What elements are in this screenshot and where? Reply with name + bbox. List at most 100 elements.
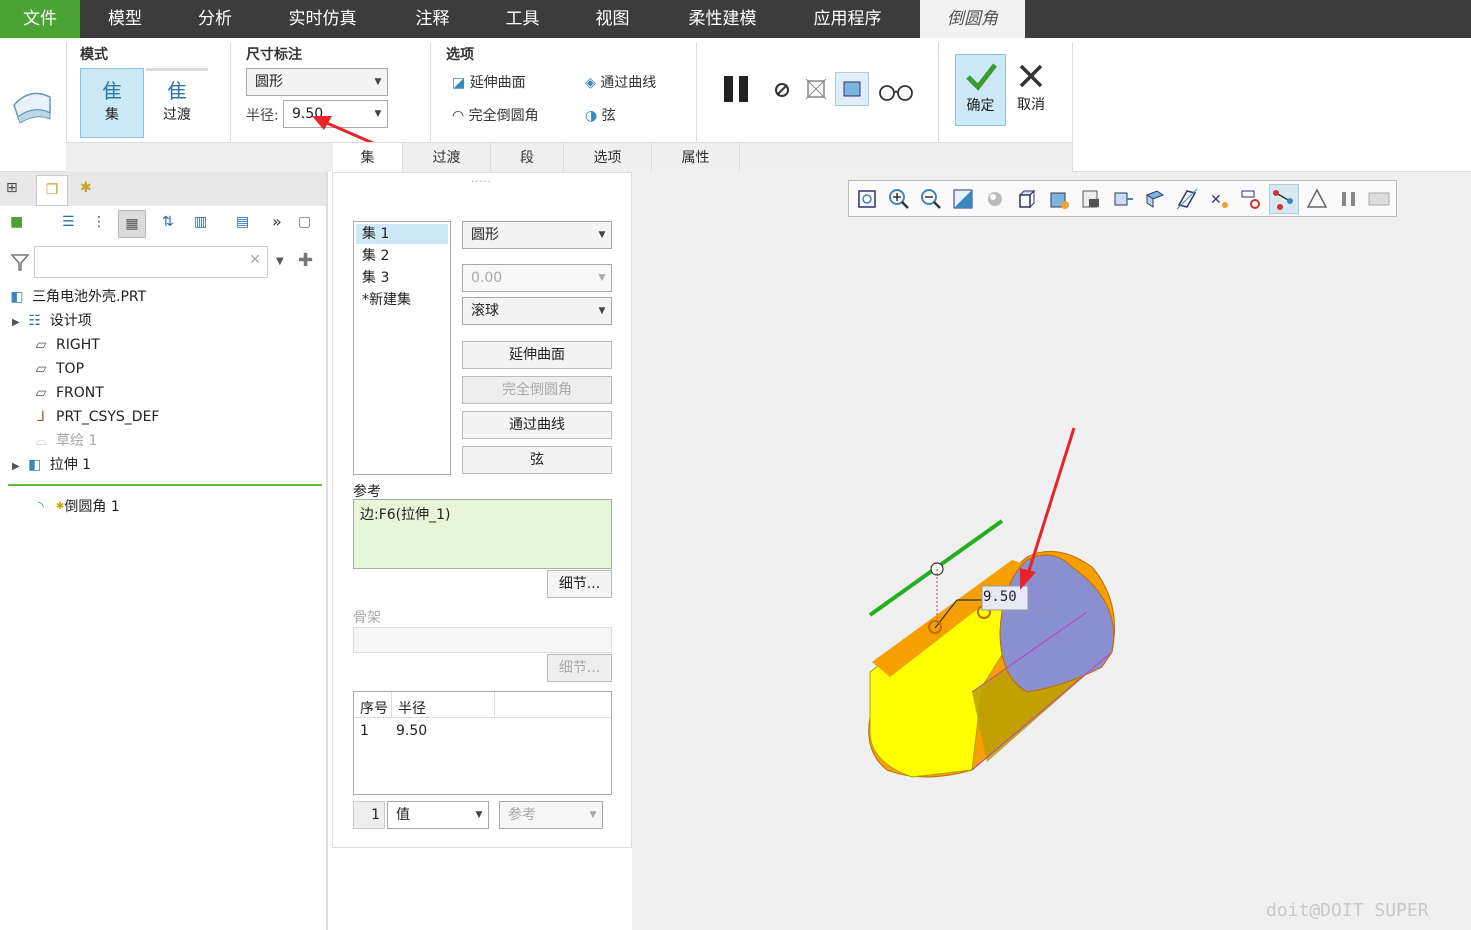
reference-item[interactable]: 边:F6(拉伸_1) [360, 507, 451, 523]
chord-option[interactable]: ◑ 弦 [585, 105, 616, 125]
skeleton-label: 骨架 [353, 610, 381, 626]
full-round-button[interactable]: 完全倒圆角 [462, 376, 612, 404]
tab-properties[interactable]: 属性 [652, 143, 740, 173]
notes-icon[interactable]: ▢ [298, 214, 311, 230]
drag-handle-icon[interactable]: ····· [471, 177, 492, 188]
menu-view[interactable]: 视图 [580, 0, 645, 38]
tab-set[interactable]: 集 [333, 143, 403, 173]
chevron-down-icon: ▼ [475, 810, 483, 820]
checkmark-icon [956, 61, 1005, 95]
expand-arrow-icon[interactable]: ▶ [12, 317, 20, 328]
add-icon[interactable]: ✚ [298, 250, 313, 271]
tree-search-input[interactable]: ✕ [34, 246, 268, 278]
set-shape-select[interactable]: 圆形 ▼ [462, 221, 612, 249]
references-collector[interactable]: 边:F6(拉伸_1) [353, 499, 612, 569]
row-number: 1 [353, 801, 385, 829]
method-select[interactable]: 滚球 ▼ [462, 297, 612, 325]
sketch-icon: ⌓ [35, 433, 47, 449]
extend-surfaces-button[interactable]: 延伸曲面 [462, 341, 612, 369]
transition-mode-button[interactable]: ⾫ 过渡 [146, 68, 208, 138]
chord-button[interactable]: 弦 [462, 446, 612, 474]
menu-file[interactable]: 文件 [0, 0, 80, 38]
part-icon: ◧ [10, 289, 24, 305]
menu-model[interactable]: 模型 [90, 0, 160, 38]
show-icon[interactable]: ■ [10, 214, 23, 230]
dimension-label[interactable]: 9.50 [983, 589, 1017, 605]
tab-options[interactable]: 选项 [564, 143, 652, 173]
chevron-down-icon[interactable]: ▼ [276, 256, 284, 267]
model-tree-tab-icon[interactable]: ⊞ [6, 180, 18, 196]
set-icon: ⾫ [102, 79, 122, 103]
list-item[interactable]: 集 3 [356, 268, 389, 288]
through-curve-option[interactable]: ◈ 通过曲线 [585, 72, 656, 92]
through-curve-icon: ◈ [585, 75, 596, 91]
tree-item-front[interactable]: ▱ FRONT [32, 382, 104, 404]
model-3d[interactable] [632, 172, 1471, 930]
tree-root[interactable]: ◧ 三角电池外壳.PRT [8, 286, 146, 308]
method-select-value: 滚球 [471, 303, 499, 319]
menu-flexible-modeling[interactable]: 柔性建模 [675, 0, 770, 38]
references-details-button[interactable]: 细节... [547, 570, 612, 598]
tree-item-label: 草绘 1 [56, 433, 98, 449]
tree-item-round[interactable]: ◝ ✱倒圆角 1 [32, 496, 120, 518]
tree-filter-icon[interactable]: ⇅ [162, 214, 174, 230]
close-icon [1010, 62, 1052, 94]
table-cell-index: 1 [360, 723, 369, 739]
set-list[interactable]: 集 1 集 2 集 3 *新建集 [353, 221, 451, 475]
tree-item-label: RIGHT [56, 337, 100, 353]
tab-transition[interactable]: 过渡 [403, 143, 491, 173]
tree-item-extrude[interactable]: ▶ ◧ 拉伸 1 [12, 454, 91, 476]
geometry-preview-icon[interactable] [835, 72, 869, 106]
ok-button[interactable]: 确定 [955, 54, 1006, 126]
list-item[interactable]: 集 1 [356, 224, 448, 244]
table-cell-radius[interactable]: 9.50 [396, 723, 427, 739]
reference-type-select[interactable]: 参考 ▼ [499, 801, 603, 829]
round-feature-icon [10, 83, 56, 127]
tab-round[interactable]: 倒圆角 [920, 0, 1025, 38]
extend-surfaces-option[interactable]: ◪ 延伸曲面 [452, 72, 526, 92]
insert-here-line[interactable] [8, 484, 322, 486]
tree-list-icon[interactable]: ☰ [62, 214, 75, 230]
more-icon[interactable]: » [272, 212, 282, 231]
tree-item-label: 倒圆角 1 [64, 499, 120, 515]
tree-item-csys[interactable]: ⅃ PRT_CSYS_DEF [32, 406, 159, 428]
table-row[interactable]: 1 9.50 [354, 720, 494, 744]
pause-icon[interactable] [722, 74, 752, 104]
options-group-title: 选项 [446, 47, 474, 63]
shape-select[interactable]: 圆形 ▼ [246, 68, 388, 96]
tree-item-sketch[interactable]: ⌓ 草绘 1 [32, 430, 97, 452]
clear-icon[interactable]: ✕ [249, 252, 261, 268]
full-round-label: 完全倒圆角 [468, 108, 539, 124]
radius-type-select[interactable]: 值 ▼ [387, 801, 489, 829]
menu-analysis[interactable]: 分析 [180, 0, 250, 38]
list-item[interactable]: *新建集 [356, 290, 411, 310]
no-preview-icon[interactable] [772, 80, 792, 100]
full-round-option[interactable]: ◠ 完全倒圆角 [452, 105, 539, 125]
value-select[interactable]: 0.00 ▼ [462, 264, 612, 292]
verify-glasses-icon[interactable] [878, 78, 914, 102]
through-curve-button[interactable]: 通过曲线 [462, 411, 612, 439]
tree-columns-add-icon[interactable]: ▥ [194, 214, 207, 230]
expand-arrow-icon[interactable]: ▶ [12, 461, 20, 472]
separate-preview-icon[interactable] [803, 76, 829, 102]
favorites-tab-icon[interactable]: ✱ [80, 180, 92, 196]
folder-browser-tab-icon[interactable]: ❐ [36, 175, 68, 206]
tree-columns-icon[interactable]: ⋮ [92, 214, 106, 230]
tree-properties-icon[interactable]: ▤ [236, 214, 249, 230]
tree-toolbar: ■ ☰ ⋮ ▦ ⇅ ▥ ▤ » ▢ [0, 210, 326, 238]
tree-item-right[interactable]: ▱ RIGHT [32, 334, 100, 356]
tree-settings-icon[interactable]: ▦ [118, 210, 146, 238]
menu-applications[interactable]: 应用程序 [800, 0, 895, 38]
list-item[interactable]: 集 2 [356, 246, 389, 266]
menu-realtime-sim[interactable]: 实时仿真 [275, 0, 370, 38]
tab-segment[interactable]: 段 [491, 143, 564, 173]
skeleton-details-button[interactable]: 细节... [547, 654, 612, 682]
menu-annotate[interactable]: 注释 [400, 0, 465, 38]
tree-item-top[interactable]: ▱ TOP [32, 358, 84, 380]
menu-tools[interactable]: 工具 [490, 0, 555, 38]
extend-surfaces-label: 延伸曲面 [469, 75, 526, 91]
set-mode-button[interactable]: ⾫ 集 [80, 68, 144, 138]
cancel-button[interactable]: 取消 [1010, 54, 1052, 126]
tree-item-design-items[interactable]: ▶ ☷ 设计项 [12, 310, 92, 332]
skeleton-collector[interactable] [353, 627, 612, 653]
